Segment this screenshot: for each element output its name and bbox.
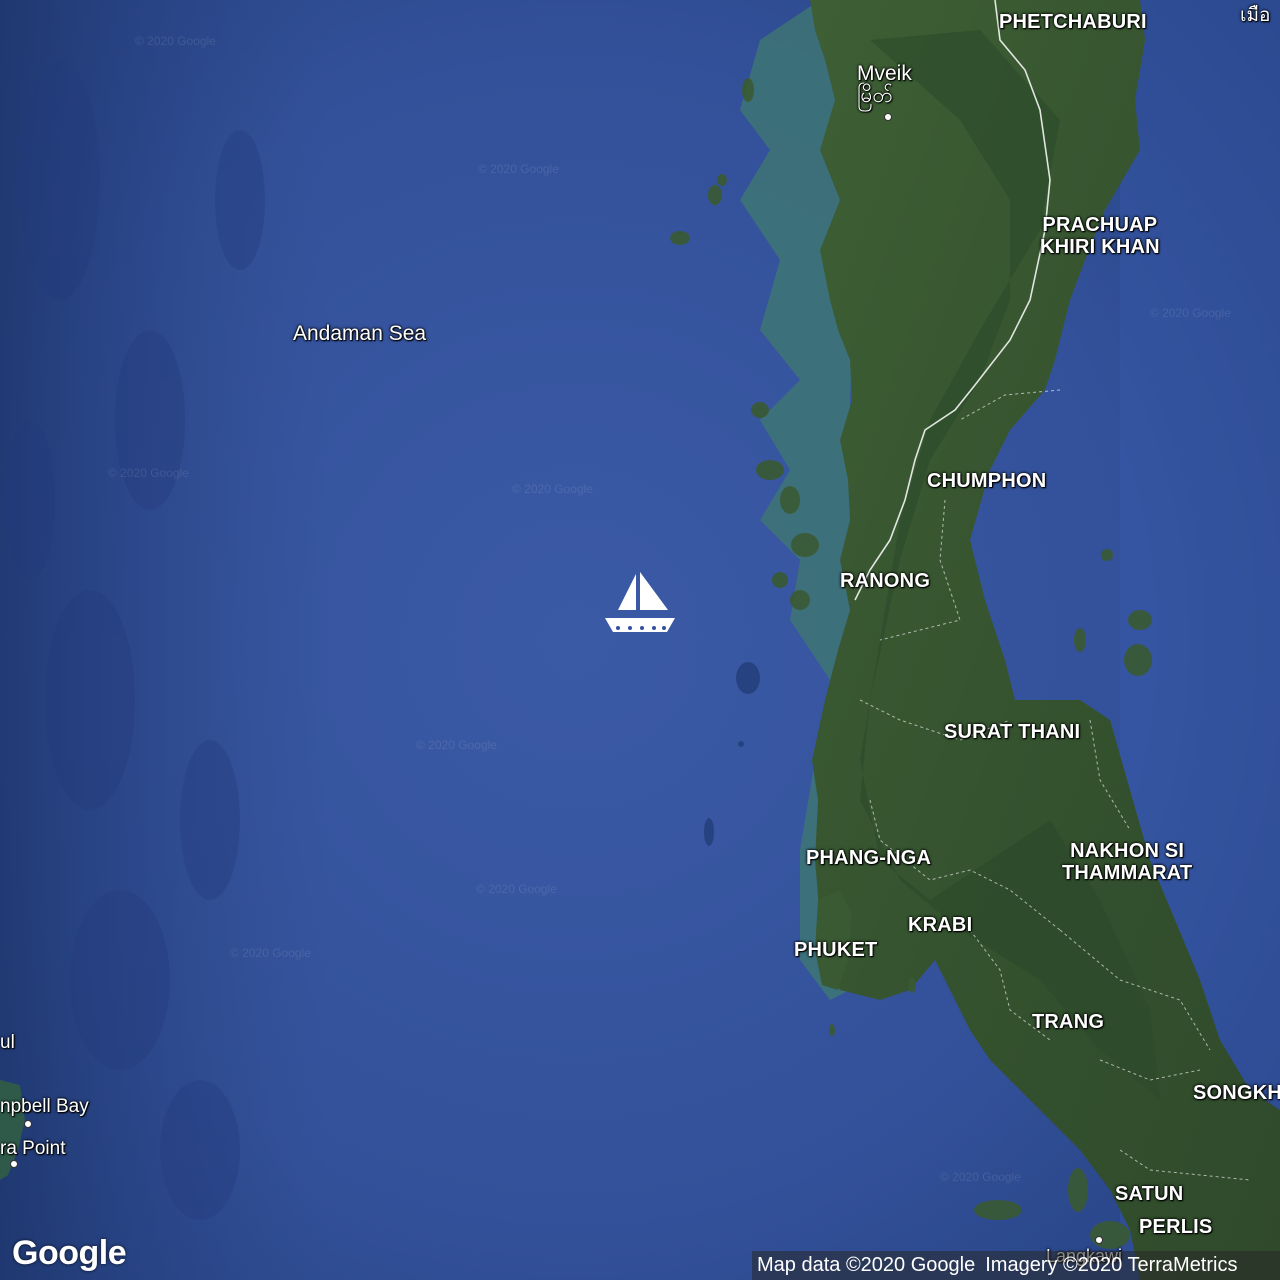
watermark: © 2020 Google (416, 738, 497, 752)
province-label-ranong: RANONG (840, 570, 931, 592)
province-label-line: PRACHUAP (1042, 214, 1158, 236)
google-logo[interactable]: Google (12, 1234, 127, 1273)
andaman-sea-label: Andaman Sea (293, 322, 427, 345)
watermark: © 2020 Google (135, 34, 216, 48)
city-label-campbell-bay[interactable]: npbell Bay (0, 1096, 89, 1118)
province-label-line: THAMMARAT (1062, 862, 1193, 884)
watermark: © 2020 Google (512, 482, 593, 496)
province-label-trang: TRANG (1032, 1011, 1105, 1033)
city-local-name: မြိတ် (857, 84, 893, 107)
province-label-satun: SATUN (1115, 1183, 1184, 1205)
province-label-phetchaburi: PHETCHABURI (999, 11, 1147, 33)
imagery-credit: Imagery ©2020 TerraMetrics (985, 1254, 1238, 1276)
satellite-imagery (0, 0, 1280, 1280)
province-label-line: NAKHON SI (1070, 840, 1185, 862)
province-label-perlis: PERLIS (1139, 1216, 1213, 1238)
city-dot-indira-point[interactable] (10, 1160, 18, 1168)
city-label-mveik[interactable]: Mveik မြိတ် (857, 63, 912, 107)
province-label-prachuap: PRACHUAP KHIRI KHAN (1040, 214, 1160, 258)
province-label-krabi: KRABI (908, 914, 973, 936)
province-label-phang-nga: PHANG-NGA (806, 847, 932, 869)
edge-label-left: ul (0, 1032, 15, 1053)
city-dot-campbell-bay[interactable] (24, 1120, 32, 1128)
edge-label-top-right: เมือ (1240, 5, 1271, 26)
province-label-nakhon-si-thammarat: NAKHON SI THAMMARAT (1062, 840, 1192, 884)
watermark: © 2020 Google (1150, 306, 1231, 320)
city-dot-mveik[interactable] (884, 113, 892, 121)
watermark: © 2020 Google (478, 162, 559, 176)
map-attribution: Map data ©2020 Google Imagery ©2020 Terra… (752, 1251, 1280, 1280)
province-label-phuket: PHUKET (794, 939, 878, 961)
watermark: © 2020 Google (230, 946, 311, 960)
map-view[interactable]: © 2020 Google © 2020 Google © 2020 Googl… (0, 0, 1280, 1280)
province-label-chumphon: CHUMPHON (927, 470, 1047, 492)
watermark: © 2020 Google (108, 466, 189, 480)
watermark: © 2020 Google (940, 1170, 1021, 1184)
city-label-indira-point[interactable]: ra Point (0, 1138, 65, 1160)
city-name: Mveik (857, 62, 912, 85)
province-label-line: KHIRI KHAN (1040, 236, 1160, 258)
watermark: © 2020 Google (476, 882, 557, 896)
province-label-surat-thani: SURAT THANI (944, 721, 1081, 743)
sailboat-icon[interactable] (602, 570, 678, 640)
map-data-credit[interactable]: Map data ©2020 Google (757, 1254, 975, 1276)
city-dot-langkawi[interactable] (1095, 1236, 1103, 1244)
province-label-songkhla: SONGKH (1193, 1082, 1280, 1104)
